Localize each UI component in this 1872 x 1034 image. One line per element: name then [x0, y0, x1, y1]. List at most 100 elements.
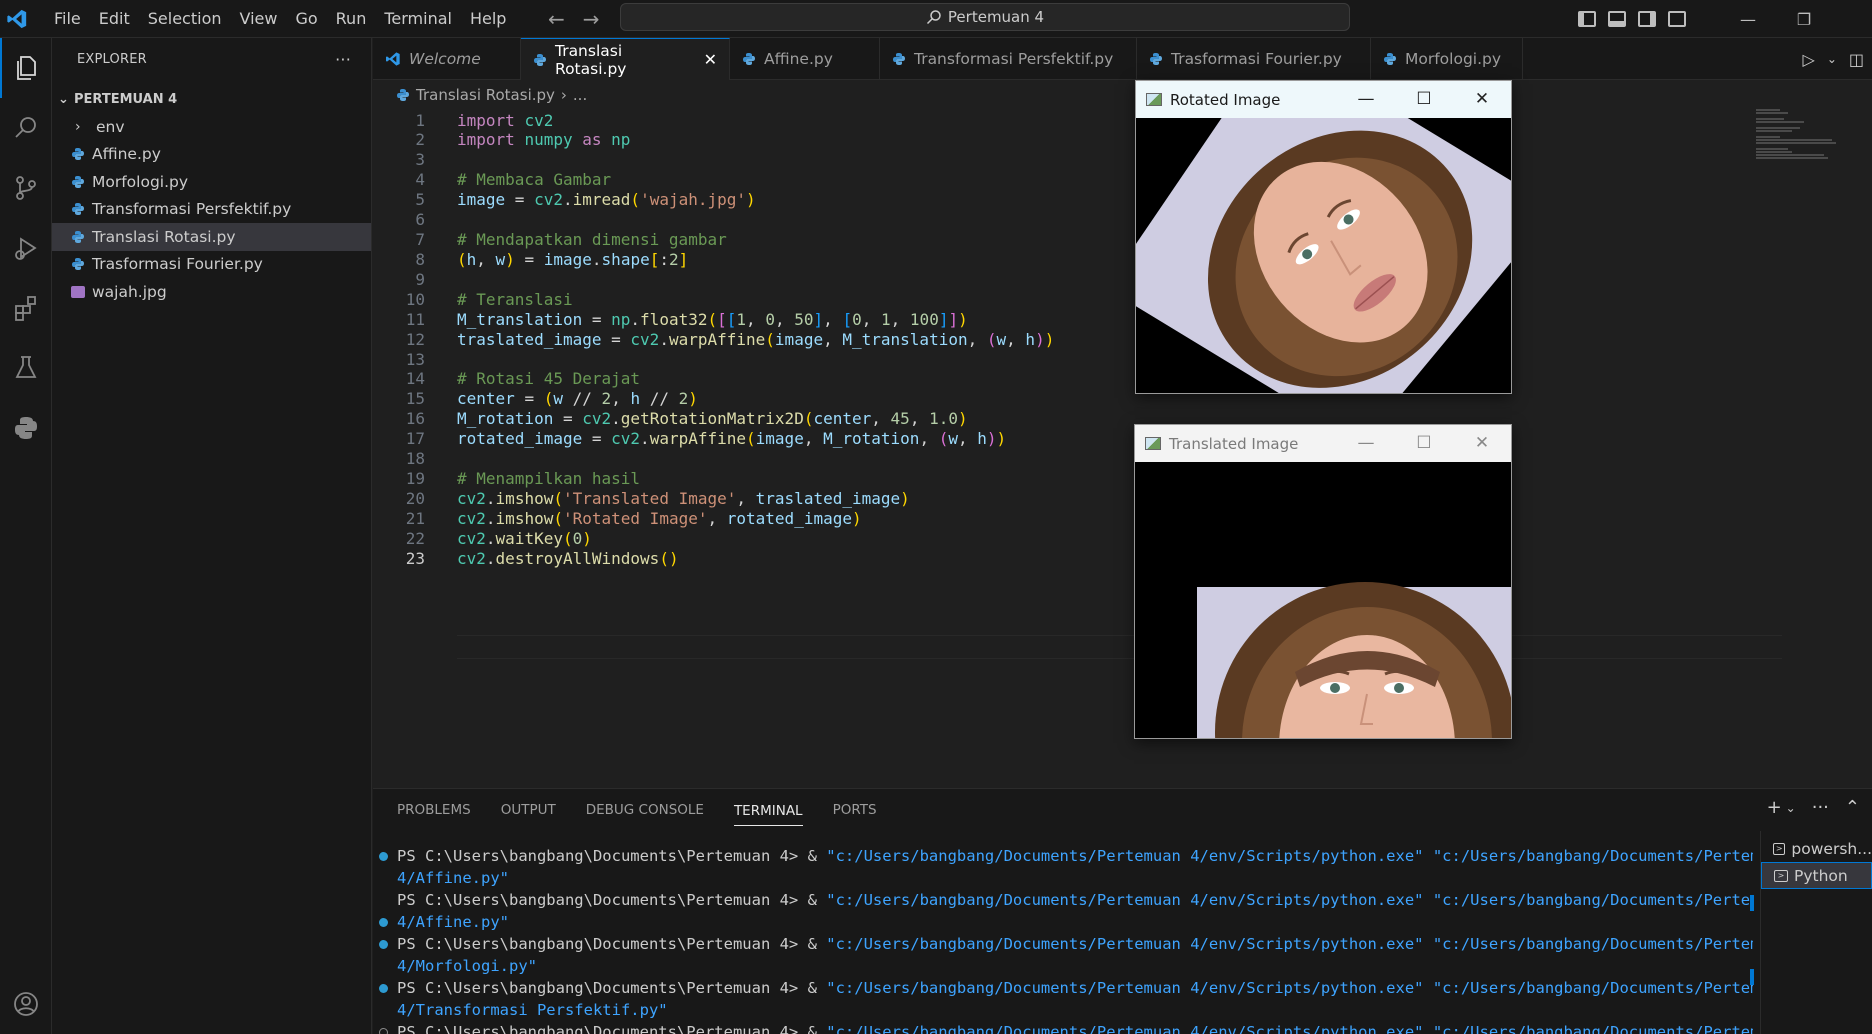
tab-terminal[interactable]: TERMINAL — [733, 803, 803, 826]
menu-run[interactable]: Run — [327, 0, 376, 38]
command-decoration-icon[interactable] — [379, 918, 388, 927]
tab-problems[interactable]: PROBLEMS — [397, 802, 471, 818]
menu-go[interactable]: Go — [286, 0, 326, 38]
maximize-panel-icon[interactable]: ⌃ — [1845, 797, 1860, 818]
translated-image-window[interactable]: Translated Image — ☐ ✕ — [1134, 424, 1512, 739]
close-icon[interactable]: ✕ — [1453, 81, 1511, 118]
maximize-icon[interactable]: ☐ — [1395, 81, 1453, 118]
explorer-icon[interactable] — [0, 38, 52, 98]
code-text: # Rotasi 45 Derajat — [457, 369, 641, 389]
tab-label: Welcome — [409, 50, 481, 68]
tab-label: Affine.py — [764, 50, 833, 68]
tab-morfologi[interactable]: Morfologi.py — [1371, 38, 1523, 80]
tree-item-wajah-jpg[interactable]: wajah.jpg — [52, 278, 371, 306]
close-icon[interactable]: ✕ — [1453, 425, 1511, 462]
rotated-image-window[interactable]: Rotated Image — ☐ ✕ — [1135, 80, 1512, 394]
workspace-root[interactable]: ⌄ PERTEMUAN 4 — [52, 85, 371, 113]
maximize-icon[interactable]: ☐ — [1395, 425, 1453, 462]
more-actions-icon[interactable]: ··· — [1812, 797, 1829, 818]
run-python-file-icon[interactable]: ▷ — [1803, 50, 1815, 69]
toggle-primary-sidebar-icon[interactable] — [1578, 11, 1596, 27]
menu-view[interactable]: View — [231, 0, 287, 38]
back-arrow-icon[interactable]: ← — [548, 7, 565, 31]
line-number: 2 — [415, 130, 425, 150]
tab-debug-console[interactable]: DEBUG CONSOLE — [586, 802, 704, 818]
minimize-icon[interactable]: — — [1337, 425, 1395, 462]
command-decoration-icon[interactable] — [379, 1028, 388, 1034]
tab-translasi-rotasi[interactable]: Translasi Rotasi.py ✕ — [521, 38, 730, 80]
line-number: 3 — [415, 150, 425, 170]
terminal-scrollbar[interactable] — [1750, 895, 1754, 911]
python-file-icon — [71, 147, 85, 161]
customize-layout-icon[interactable] — [1668, 11, 1686, 27]
tree-item-trasformasi-fourier[interactable]: Trasformasi Fourier.py — [52, 251, 371, 279]
terminal-line: 4/Affine.py" — [373, 911, 1753, 933]
code-text: (h, w) = image.shape[:2] — [457, 249, 689, 269]
account-icon[interactable] — [0, 974, 52, 1034]
tab-output[interactable]: OUTPUT — [501, 802, 556, 818]
tab-trasformasi-fourier[interactable]: Trasformasi Fourier.py — [1137, 38, 1371, 80]
restore-window-icon[interactable]: ❐ — [1776, 10, 1832, 29]
chevron-right-icon: › — [75, 118, 81, 135]
tree-item-translasi-rotasi[interactable]: Translasi Rotasi.py — [52, 223, 371, 251]
toggle-secondary-sidebar-icon[interactable] — [1638, 11, 1656, 27]
breadcrumb-symbol[interactable]: ... — [573, 86, 587, 104]
menu-terminal[interactable]: Terminal — [375, 0, 461, 38]
python-file-icon — [396, 88, 410, 102]
close-tab-icon[interactable]: ✕ — [704, 50, 717, 69]
minimize-window-icon[interactable]: — — [1720, 10, 1776, 29]
menu-edit[interactable]: Edit — [90, 0, 139, 38]
tree-item-transformasi-persfektif[interactable]: Transformasi Persfektif.py — [52, 196, 371, 224]
breadcrumb-file[interactable]: Translasi Rotasi.py — [416, 86, 555, 104]
command-decoration-icon[interactable] — [379, 852, 388, 861]
menu-file[interactable]: File — [45, 0, 90, 38]
terminal-line: PS C:\Users\bangbang\Documents\Pertemuan… — [373, 845, 1753, 867]
tree-item-morfologi[interactable]: Morfologi.py — [52, 168, 371, 196]
navigation-arrows: ← → — [548, 0, 600, 38]
chevron-down-icon[interactable]: ⌄ — [1827, 52, 1837, 66]
tree-item-label: wajah.jpg — [92, 282, 167, 301]
tab-welcome[interactable]: Welcome — [373, 38, 521, 80]
terminal-prompt: PS C:\Users\bangbang\Documents\Pertemuan… — [397, 935, 827, 953]
python-file-icon — [892, 52, 906, 66]
python-icon[interactable] — [0, 398, 52, 458]
minimize-icon[interactable]: — — [1337, 81, 1395, 118]
command-decoration-icon[interactable] — [379, 940, 388, 949]
terminal-output[interactable]: PS C:\Users\bangbang\Documents\Pertemuan… — [373, 845, 1753, 1034]
code-editor[interactable]: 1 import cv2 2 import numpy as np 3 4 # Membac… — [373, 108, 1872, 788]
forward-arrow-icon[interactable]: → — [583, 7, 600, 31]
command-decoration-icon[interactable] — [379, 984, 388, 993]
tab-ports[interactable]: PORTS — [833, 802, 877, 818]
terminal-item-powershell[interactable]: > powersh... — [1761, 835, 1872, 862]
menu-help[interactable]: Help — [461, 0, 515, 38]
terminal-scrollbar-mark — [1750, 969, 1754, 985]
extensions-icon[interactable] — [0, 278, 52, 338]
search-icon[interactable] — [0, 98, 52, 158]
code-line[interactable]: 23 cv2.destroyAllWindows() — [373, 546, 679, 570]
search-icon — [926, 10, 941, 25]
tree-item-env[interactable]: › env — [52, 113, 371, 141]
run-and-debug-icon[interactable] — [0, 218, 52, 278]
chevron-down-icon[interactable]: ⌄ — [1786, 801, 1796, 818]
window-title-bar[interactable]: Translated Image — ☐ ✕ — [1135, 425, 1511, 462]
more-actions-icon[interactable]: ··· — [335, 50, 351, 69]
terminal-item-label: Python — [1794, 866, 1848, 885]
testing-icon[interactable] — [0, 338, 52, 398]
toggle-panel-icon[interactable] — [1608, 11, 1626, 27]
terminal-item-python[interactable]: > Python — [1761, 862, 1872, 889]
tab-affine[interactable]: Affine.py — [730, 38, 880, 80]
source-control-icon[interactable] — [0, 158, 52, 218]
rotated-image — [1136, 118, 1511, 393]
workspace-root-label: PERTEMUAN 4 — [74, 91, 178, 107]
new-terminal-icon[interactable]: + — [1767, 797, 1782, 818]
terminal-command: "c:/Users/bangbang/Documents/Pertemuan 4… — [826, 1023, 1753, 1034]
window-title-bar[interactable]: Rotated Image — ☐ ✕ — [1136, 81, 1511, 118]
menu-selection[interactable]: Selection — [139, 0, 231, 38]
command-center[interactable]: Pertemuan 4 — [620, 3, 1350, 31]
split-editor-icon[interactable]: ◫ — [1849, 50, 1864, 69]
tab-transformasi-persfektif[interactable]: Transformasi Persfektif.py — [880, 38, 1137, 80]
tree-item-affine[interactable]: Affine.py — [52, 141, 371, 169]
minimap[interactable] — [1756, 108, 1836, 168]
line-number: 20 — [405, 488, 425, 508]
tree-item-label: Translasi Rotasi.py — [92, 227, 236, 246]
